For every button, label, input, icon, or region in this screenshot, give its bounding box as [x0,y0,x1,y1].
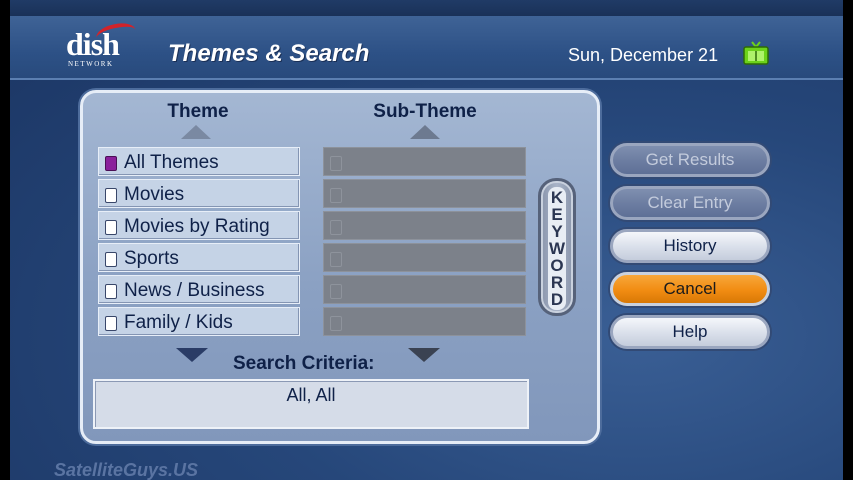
keyword-button-label: KEYWORD [548,187,566,310]
checkbox-selected-icon [105,156,117,171]
sub-theme-item [323,211,526,240]
search-criteria-value: All, All [286,385,336,405]
themes-panel: Theme Sub-Theme All Themes Movies Movies… [80,90,600,444]
date-display: Sun, December 21 [568,45,719,65]
checkbox-icon [105,316,117,331]
checkbox-icon [330,252,342,267]
theme-heading: Theme [167,101,229,122]
tv-screen: dish NETWORK Themes & Search Sun, Decemb… [10,0,843,480]
checkbox-icon [330,284,342,299]
watermark: SatelliteGuys.US [54,460,199,480]
theme-item-all-themes[interactable]: All Themes [98,147,300,176]
checkbox-icon [105,220,117,235]
sub-theme-list [323,147,526,339]
keyword-button[interactable]: KEYWORD [538,178,576,316]
checkbox-icon [330,188,342,203]
search-criteria-label: Search Criteria: [233,353,375,374]
sub-theme-item [323,147,526,176]
page-title: Themes & Search [168,40,370,67]
theme-list: All Themes Movies Movies by Rating Sport… [98,147,300,339]
theme-item-label: Sports [124,248,179,269]
theme-item-movies-by-rating[interactable]: Movies by Rating [98,211,300,240]
sub-theme-heading: Sub-Theme [373,101,477,122]
sub-theme-item [323,243,526,272]
sub-theme-scroll-down-icon[interactable] [408,348,440,362]
checkbox-icon [105,188,117,203]
sub-theme-item [323,179,526,208]
sub-theme-scroll-up-icon[interactable] [410,125,440,139]
tv-icon [743,41,769,65]
checkbox-icon [330,220,342,235]
theme-item-label: Family / Kids [124,312,233,333]
logo-word: dish [66,26,120,62]
theme-item-label: Movies by Rating [124,216,270,237]
theme-item-label: News / Business [124,280,265,301]
history-button[interactable]: History [610,229,770,263]
theme-item-movies[interactable]: Movies [98,179,300,208]
theme-scroll-down-icon[interactable] [176,348,208,362]
checkbox-icon [330,156,342,171]
checkbox-icon [330,316,342,331]
top-bar [10,0,843,16]
checkbox-icon [105,252,117,267]
dish-network-logo: dish NETWORK [66,20,156,74]
cancel-button[interactable]: Cancel [610,272,770,306]
help-button[interactable]: Help [610,315,770,349]
theme-item-label: Movies [124,184,185,205]
search-criteria-box: All, All [93,379,529,429]
theme-item-label: All Themes [124,152,219,173]
theme-item-family-kids[interactable]: Family / Kids [98,307,300,336]
clear-entry-button[interactable]: Clear Entry [610,186,770,220]
checkbox-icon [105,284,117,299]
get-results-button[interactable]: Get Results [610,143,770,177]
logo-subtext: NETWORK [68,60,114,68]
theme-scroll-up-icon[interactable] [181,125,211,139]
sub-theme-item [323,307,526,336]
theme-item-sports[interactable]: Sports [98,243,300,272]
theme-item-news-business[interactable]: News / Business [98,275,300,304]
sub-theme-item [323,275,526,304]
